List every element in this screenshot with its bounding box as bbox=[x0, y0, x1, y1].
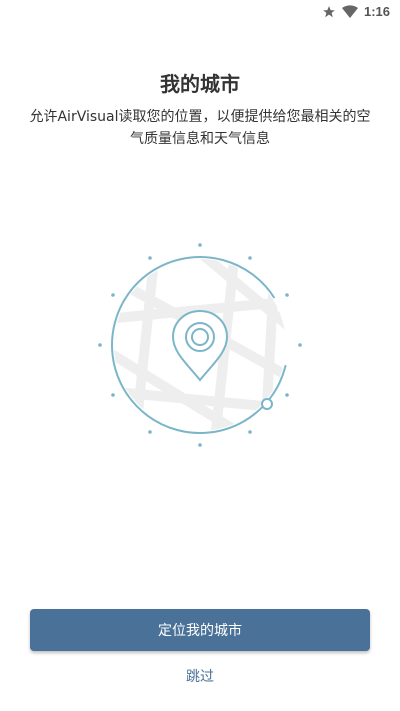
status-icons: 1:16 bbox=[322, 4, 390, 20]
wifi-icon bbox=[341, 5, 358, 19]
page-title: 我的城市 bbox=[160, 72, 240, 96]
page-description: 允许AirVisual读取您的位置，以便提供给您最相关的空气质量信息和天气信息 bbox=[29, 109, 371, 147]
locate-my-city-button[interactable]: 定位我的城市 bbox=[30, 609, 370, 651]
location-map-illustration bbox=[95, 240, 305, 450]
star-icon bbox=[322, 5, 336, 19]
status-bar: 1:16 bbox=[0, 0, 400, 26]
status-time: 1:16 bbox=[363, 4, 390, 19]
skip-link[interactable]: 跳过 bbox=[0, 666, 400, 686]
